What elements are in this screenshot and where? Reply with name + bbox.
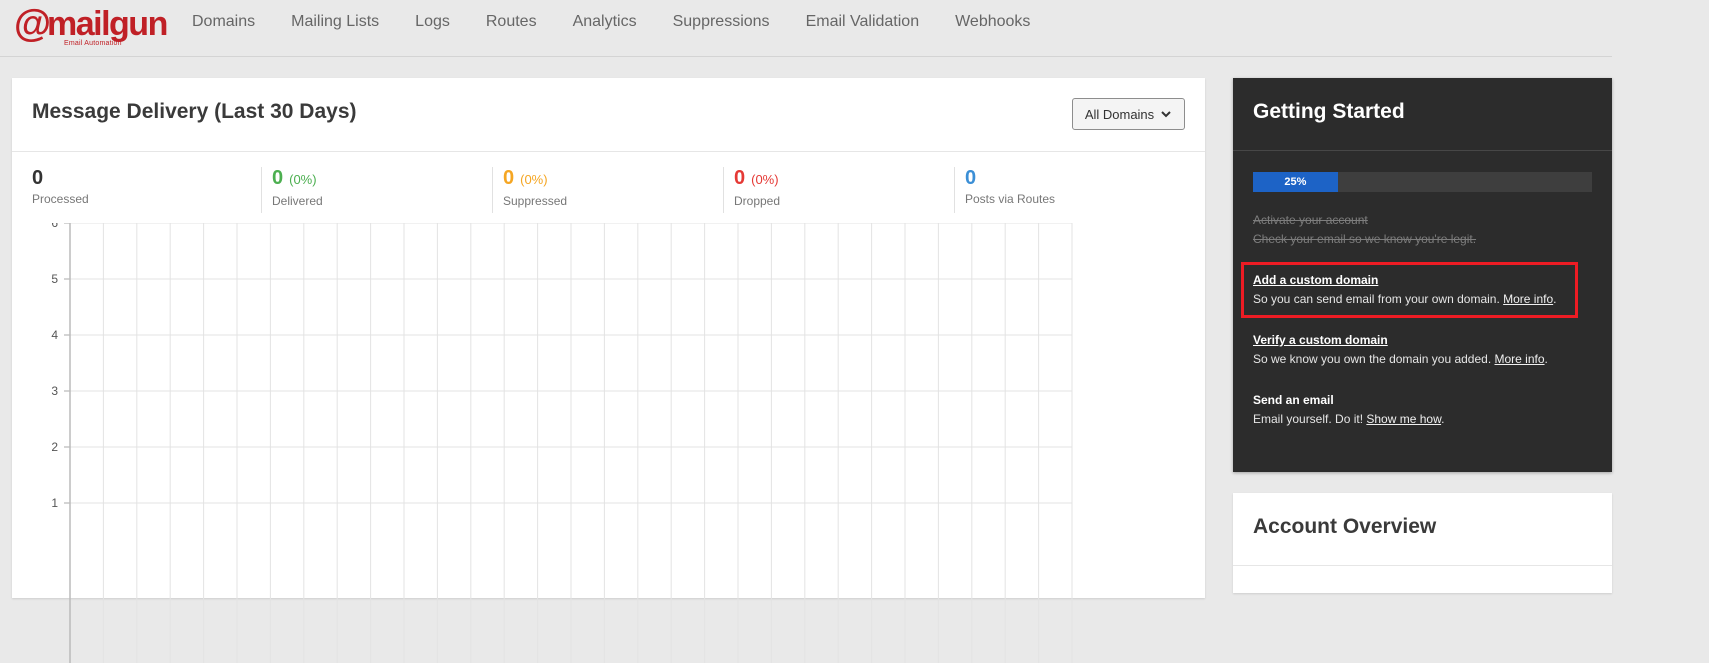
- nav-item-routes[interactable]: Routes: [486, 13, 537, 33]
- stat-delivered-label: Delivered: [272, 194, 323, 208]
- stat-dropped: 0 (0%) Dropped: [723, 167, 780, 213]
- top-navbar: @ mailgun Email Automation Domains Maili…: [0, 0, 1612, 57]
- y-tick-label: 2: [51, 440, 58, 454]
- stat-delivered-number: 0: [272, 167, 284, 189]
- verify-custom-domain-link[interactable]: Verify a custom domain: [1253, 333, 1388, 347]
- stat-delivered-value: 0 (0%): [272, 167, 323, 191]
- stat-posts-value: 0: [965, 167, 1055, 189]
- mailgun-logo[interactable]: @ mailgun Email Automation: [14, 3, 168, 47]
- logo-at-icon: @: [14, 3, 52, 45]
- getting-started-header: Getting Started: [1233, 78, 1612, 151]
- domain-filter-value: All Domains: [1084, 106, 1155, 122]
- nav-item-webhooks[interactable]: Webhooks: [955, 13, 1030, 33]
- account-overview-card: Account Overview: [1233, 493, 1612, 593]
- nav-item-logs[interactable]: Logs: [415, 13, 450, 33]
- stat-processed: 0 Processed: [32, 167, 89, 213]
- step-verify-desc: So we know you own the domain you added.…: [1253, 352, 1548, 366]
- delivery-chart: 6 5 4 3 2 1: [51, 223, 1073, 663]
- highlight-box: [1241, 262, 1578, 318]
- stat-processed-number: 0: [32, 167, 44, 189]
- y-tick-label: 4: [51, 328, 58, 342]
- show-me-how-link[interactable]: Show me how: [1366, 412, 1441, 426]
- y-tick-label: 6: [51, 223, 58, 230]
- y-tick-label: 1: [51, 496, 58, 510]
- stat-suppressed-value: 0 (0%): [503, 167, 567, 191]
- stat-suppressed-number: 0: [503, 167, 515, 189]
- step-activate-title: Activate your account: [1253, 213, 1368, 227]
- stat-dropped-percent: (0%): [751, 172, 779, 187]
- step-send-email-desc: Email yourself. Do it! Show me how.: [1253, 412, 1445, 426]
- stat-dropped-value: 0 (0%): [734, 167, 780, 191]
- stat-dropped-number: 0: [734, 167, 746, 189]
- step-send-email: Send an email Email yourself. Do it! Sho…: [1253, 391, 1444, 429]
- stat-dropped-label: Dropped: [734, 194, 781, 208]
- stat-suppressed: 0 (0%) Suppressed: [492, 167, 567, 213]
- message-delivery-header: Message Delivery (Last 30 Days) All Doma…: [12, 78, 1205, 152]
- stat-posts-number: 0: [965, 167, 977, 189]
- nav-item-mailing-lists[interactable]: Mailing Lists: [291, 13, 379, 33]
- step-activate-desc: Check your email so we know you're legit…: [1253, 232, 1477, 246]
- nav-item-suppressions[interactable]: Suppressions: [673, 13, 770, 33]
- stat-delivered-percent: (0%): [289, 172, 317, 187]
- step-send-email-title: Send an email: [1253, 393, 1334, 407]
- more-info-link[interactable]: More info: [1495, 352, 1545, 366]
- onboarding-progress-bar: 25%: [1253, 172, 1592, 192]
- getting-started-title: Getting Started: [1253, 100, 1405, 123]
- account-overview-title: Account Overview: [1253, 515, 1437, 538]
- delivery-stats: 0 Processed 0 (0%) Delivered 0 (0%) Suppre…: [12, 167, 1205, 215]
- account-overview-divider: [1233, 565, 1612, 566]
- nav-item-domains[interactable]: Domains: [192, 13, 255, 33]
- main-nav: Domains Mailing Lists Logs Routes Analyt…: [192, 13, 1066, 33]
- step-verify-text: So we know you own the domain you added.: [1253, 352, 1495, 366]
- y-tick-label: 3: [51, 384, 58, 398]
- domain-filter-dropdown[interactable]: All Domains: [1072, 98, 1185, 130]
- message-delivery-card: Message Delivery (Last 30 Days) All Doma…: [12, 78, 1205, 663]
- step-verify-domain: Verify a custom domain So we know you ow…: [1253, 331, 1548, 369]
- nav-item-analytics[interactable]: Analytics: [573, 13, 637, 33]
- stat-suppressed-label: Suppressed: [503, 194, 568, 208]
- logo-tagline: Email Automation: [64, 40, 122, 47]
- stat-processed-label: Processed: [32, 192, 89, 206]
- progress-fill: 25%: [1253, 172, 1338, 192]
- stat-posts-label: Posts via Routes: [965, 192, 1056, 206]
- step-send-email-text: Email yourself. Do it!: [1253, 412, 1367, 426]
- chevron-down-icon: [1161, 111, 1171, 118]
- y-tick-label: 5: [51, 272, 58, 286]
- step-activate-account: Activate your account Check your email s…: [1253, 211, 1476, 249]
- logo-wordmark: mailgun: [47, 5, 168, 43]
- stat-delivered: 0 (0%) Delivered: [261, 167, 323, 213]
- stat-posts-via-routes: 0 Posts via Routes: [954, 167, 1055, 213]
- stat-processed-value: 0: [32, 167, 89, 189]
- message-delivery-title: Message Delivery (Last 30 Days): [32, 100, 357, 123]
- stat-suppressed-percent: (0%): [520, 172, 548, 187]
- nav-item-email-validation[interactable]: Email Validation: [806, 13, 920, 33]
